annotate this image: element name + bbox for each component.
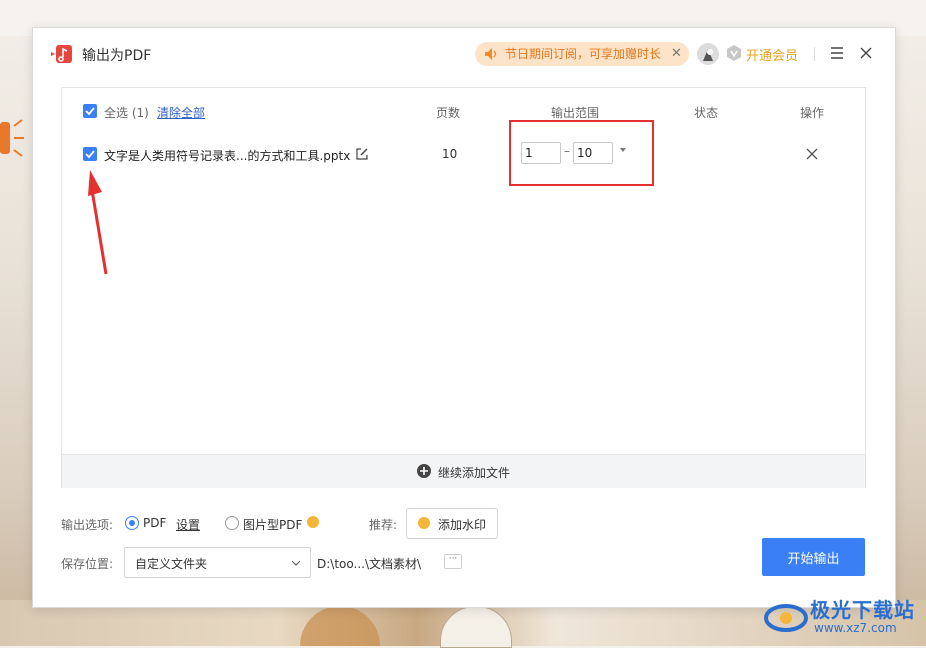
site-watermark: 极光下载站 www.xz7.com — [764, 592, 924, 644]
output-options-label: 输出选项: — [61, 518, 114, 532]
close-icon[interactable] — [859, 46, 873, 60]
column-output-range: 输出范围 — [551, 106, 600, 120]
file-name: 文字是人类用符号记录表...的方式和工具.pptx — [104, 149, 351, 163]
background-speaker-icon — [0, 119, 24, 157]
add-watermark-button[interactable]: 添加水印 — [406, 508, 498, 539]
start-export-button[interactable]: 开始输出 — [762, 538, 865, 576]
edit-icon[interactable] — [355, 147, 369, 161]
column-action: 操作 — [800, 106, 825, 120]
settings-link[interactable]: 设置 — [176, 516, 200, 533]
title-bar: 输出为PDF 节日期间订阅，可享加赠时长 ✕ 开通会员 — [33, 28, 895, 80]
add-watermark-label: 添加水印 — [438, 518, 487, 532]
image-pdf-radio[interactable] — [225, 516, 239, 530]
title-divider — [814, 47, 815, 61]
premium-coin-icon — [307, 516, 319, 528]
user-avatar-icon — [697, 43, 719, 65]
save-location-label: 保存位置: — [61, 557, 114, 571]
column-status: 状态 — [694, 106, 719, 120]
avatar[interactable] — [697, 43, 719, 65]
pdf-radio[interactable] — [125, 516, 139, 530]
file-checkbox[interactable] — [83, 147, 97, 161]
site-watermark-url: www.xz7.com — [814, 621, 897, 635]
highlight-box — [509, 120, 654, 186]
select-all-checkbox[interactable] — [83, 104, 97, 118]
premium-coin-icon — [418, 517, 430, 529]
promo-text: 节日期间订阅，可享加赠时长 — [505, 47, 662, 61]
delete-icon[interactable] — [805, 147, 819, 161]
save-path: D:\too...\文档素材\ — [317, 557, 422, 571]
page-count: 10 — [442, 147, 458, 161]
recommend-label: 推荐: — [369, 518, 398, 532]
check-icon — [85, 107, 95, 116]
clear-all-link[interactable]: 清除全部 — [157, 104, 205, 121]
annotation-arrow-icon — [88, 170, 108, 275]
export-pdf-dialog: 输出为PDF 节日期间订阅，可享加赠时长 ✕ 开通会员 全选 (1) 清除全部 … — [32, 27, 896, 608]
select-all-label: 全选 (1) — [104, 106, 149, 120]
pdf-app-icon — [51, 45, 72, 63]
pdf-option-label: PDF — [143, 516, 167, 530]
promo-close-icon[interactable]: ✕ — [671, 42, 682, 66]
speaker-icon — [485, 48, 497, 60]
vip-icon — [727, 45, 741, 61]
site-watermark-title: 极光下载站 — [810, 598, 915, 622]
image-pdf-option-label: 图片型PDF — [243, 518, 303, 532]
vip-button[interactable]: 开通会员 — [746, 45, 798, 64]
column-pages: 页数 — [436, 106, 461, 120]
add-more-files-label: 继续添加文件 — [438, 466, 511, 480]
site-logo-icon — [764, 604, 808, 632]
save-location-select[interactable]: 自定义文件夹 — [124, 547, 311, 578]
check-icon — [85, 150, 95, 159]
add-more-files-bar[interactable]: 继续添加文件 — [62, 454, 865, 488]
browse-button[interactable]: ··· — [444, 554, 462, 569]
save-location-value: 自定义文件夹 — [135, 557, 208, 571]
promo-banner[interactable]: 节日期间订阅，可享加赠时长 ✕ — [475, 42, 689, 66]
file-list-panel: 全选 (1) 清除全部 页数 输出范围 状态 操作 文字是人类用符号记录表...… — [61, 87, 866, 488]
dialog-title: 输出为PDF — [82, 48, 152, 64]
plus-circle-icon — [417, 464, 431, 478]
menu-icon[interactable] — [830, 47, 844, 59]
chevron-down-icon — [292, 560, 300, 566]
